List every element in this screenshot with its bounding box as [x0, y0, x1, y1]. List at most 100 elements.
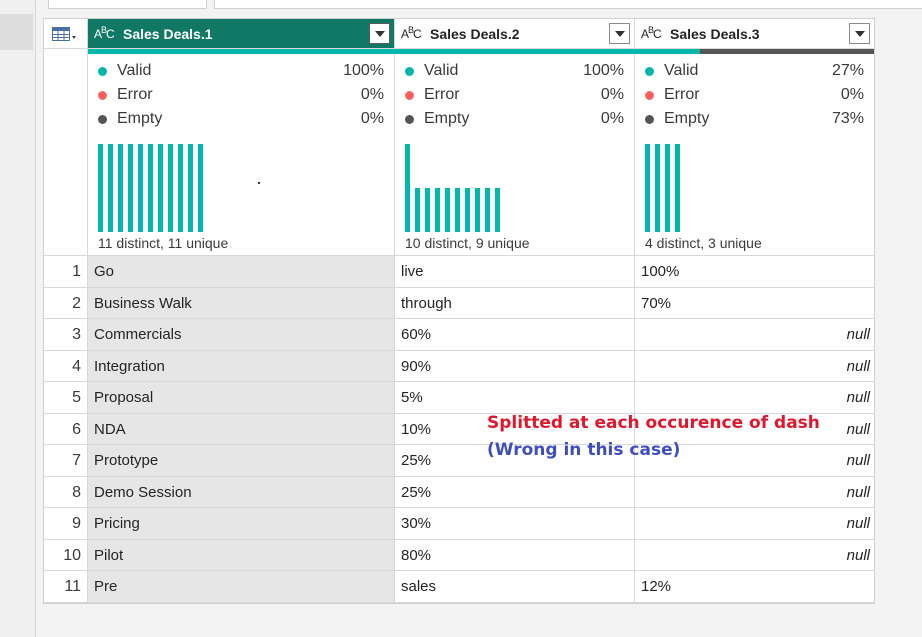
cell-sales-deals-1[interactable]: Integration [88, 350, 395, 381]
distribution-bar[interactable] [405, 144, 410, 232]
cell-sales-deals-2[interactable]: live [395, 256, 635, 287]
distribution-bar[interactable] [128, 144, 133, 232]
column-header-1[interactable]: ABC Sales Deals.1 [88, 19, 395, 49]
quality-error[interactable]: Error 0% [645, 84, 864, 108]
row-number[interactable]: 11 [44, 571, 88, 602]
empty-dot-icon [405, 115, 414, 124]
cell-sales-deals-1[interactable]: Demo Session [88, 476, 395, 507]
distribution-bar[interactable] [168, 144, 173, 232]
queries-pane [0, 0, 36, 637]
distribution-bar[interactable] [138, 144, 143, 232]
quality-percent: 27% [831, 62, 864, 79]
filter-dropdown-button[interactable] [609, 23, 630, 44]
cell-sales-deals-3[interactable]: null [635, 477, 874, 508]
text-type-icon[interactable]: ABC [641, 25, 662, 41]
cell-sales-deals-1[interactable]: Prototype [88, 445, 395, 476]
cell-sales-deals-1[interactable]: Commercials [88, 319, 395, 350]
table-row[interactable]: 10 Pilot 80% null [44, 539, 874, 571]
distribution-bar[interactable] [158, 144, 163, 232]
cell-sales-deals-3[interactable]: 100% [635, 256, 874, 287]
distribution-bar[interactable] [665, 144, 670, 232]
distribution-bar[interactable] [108, 144, 113, 232]
quality-empty[interactable]: Empty 0% [405, 108, 624, 132]
table-row[interactable]: 11 Pre sales 12% [44, 571, 874, 603]
distribution-bar[interactable] [415, 188, 420, 232]
row-number[interactable]: 2 [44, 287, 88, 318]
row-number[interactable]: 6 [44, 413, 88, 444]
row-number[interactable]: 7 [44, 445, 88, 476]
table-row[interactable]: 2 Business Walk through 70% [44, 287, 874, 319]
cell-sales-deals-2[interactable]: 30% [395, 508, 635, 539]
cell-sales-deals-2[interactable]: 90% [395, 350, 635, 381]
quality-empty[interactable]: Empty 0% [98, 108, 384, 132]
text-type-icon[interactable]: ABC [401, 25, 422, 41]
table-row[interactable]: 5 Proposal 5% null [44, 382, 874, 414]
filter-dropdown-button[interactable] [849, 23, 870, 44]
formula-bar[interactable] [214, 0, 922, 9]
name-box[interactable] [48, 0, 207, 9]
cell-sales-deals-3[interactable]: 70% [635, 288, 874, 319]
distribution-bar[interactable] [645, 144, 650, 232]
distribution-bar[interactable] [425, 188, 430, 232]
table-row[interactable]: 8 Demo Session 25% null [44, 476, 874, 508]
cell-sales-deals-2[interactable]: sales [395, 571, 635, 602]
distribution-bar[interactable] [675, 144, 680, 232]
distribution-bar[interactable] [475, 188, 480, 232]
row-number[interactable]: 1 [44, 256, 88, 287]
quality-error[interactable]: Error 0% [98, 84, 384, 108]
distribution-bar[interactable] [188, 144, 193, 232]
distribution-bar[interactable] [495, 188, 500, 232]
queries-pane-tab[interactable] [0, 14, 33, 50]
distribution-bar[interactable] [118, 144, 123, 232]
row-number[interactable]: 8 [44, 476, 88, 507]
cell-sales-deals-1[interactable]: Pricing [88, 508, 395, 539]
distribution-bar[interactable] [455, 188, 460, 232]
cell-sales-deals-1[interactable]: NDA [88, 413, 395, 444]
table-menu-button[interactable] [44, 19, 88, 49]
cell-sales-deals-2[interactable]: 5% [395, 382, 635, 413]
cell-sales-deals-1[interactable]: Pre [88, 571, 395, 602]
quality-valid[interactable]: Valid 100% [405, 60, 624, 84]
distribution-bar[interactable] [178, 144, 183, 232]
quality-valid[interactable]: Valid 27% [645, 60, 864, 84]
quality-empty[interactable]: Empty 73% [645, 108, 864, 132]
row-number[interactable]: 10 [44, 539, 88, 570]
table-row[interactable]: 9 Pricing 30% null [44, 508, 874, 540]
distribution-bar[interactable] [198, 144, 203, 232]
cell-sales-deals-2[interactable]: through [395, 287, 635, 318]
cell-sales-deals-3[interactable]: null [635, 540, 874, 571]
cell-sales-deals-3[interactable]: null [635, 319, 874, 350]
row-number[interactable]: 9 [44, 508, 88, 539]
distribution-bar[interactable] [98, 144, 103, 232]
quality-valid[interactable]: Valid 100% [98, 60, 384, 84]
cell-sales-deals-1[interactable]: Pilot [88, 539, 395, 570]
cell-sales-deals-3[interactable]: null [635, 508, 874, 539]
filter-dropdown-button[interactable] [369, 23, 390, 44]
cell-sales-deals-1[interactable]: Go [88, 256, 395, 287]
table-row[interactable]: 4 Integration 90% null [44, 350, 874, 382]
row-number[interactable]: 3 [44, 319, 88, 350]
cell-sales-deals-1[interactable]: Business Walk [88, 287, 395, 318]
distribution-bar[interactable] [485, 188, 490, 232]
column-header-3[interactable]: ABC Sales Deals.3 [635, 19, 874, 49]
distribution-bar[interactable] [465, 188, 470, 232]
cell-sales-deals-2[interactable]: 60% [395, 319, 635, 350]
table-row[interactable]: 1 Go live 100% [44, 256, 874, 288]
distribution-bar[interactable] [445, 188, 450, 232]
distribution-bar[interactable] [148, 144, 153, 232]
quality-error[interactable]: Error 0% [405, 84, 624, 108]
cell-sales-deals-3[interactable]: null [635, 382, 874, 413]
text-type-icon[interactable]: ABC [94, 25, 115, 41]
distribution-bar[interactable] [435, 188, 440, 232]
chevron-down-icon [615, 31, 625, 37]
cell-sales-deals-2[interactable]: 80% [395, 539, 635, 570]
table-row[interactable]: 3 Commercials 60% null [44, 319, 874, 351]
cell-sales-deals-1[interactable]: Proposal [88, 382, 395, 413]
column-header-2[interactable]: ABC Sales Deals.2 [395, 19, 635, 49]
distribution-bar[interactable] [655, 144, 660, 232]
cell-sales-deals-2[interactable]: 25% [395, 476, 635, 507]
cell-sales-deals-3[interactable]: null [635, 351, 874, 382]
row-number[interactable]: 4 [44, 350, 88, 381]
cell-sales-deals-3[interactable]: 12% [635, 571, 874, 602]
row-number[interactable]: 5 [44, 382, 88, 413]
